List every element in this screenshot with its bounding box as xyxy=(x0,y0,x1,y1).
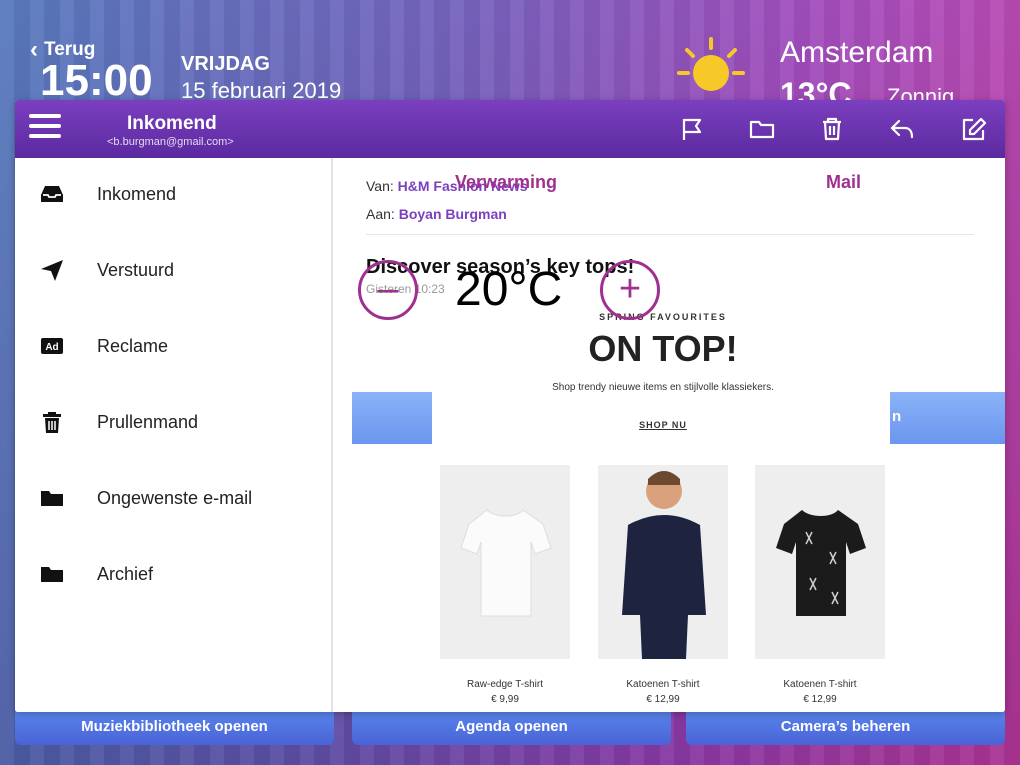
svg-text:Ad: Ad xyxy=(45,342,58,353)
sidebar-item-label: Reclame xyxy=(97,335,169,356)
divider xyxy=(366,234,974,235)
clock-time: 15:00 xyxy=(40,56,153,105)
product-card[interactable]: Katoenen T-shirt € 12,99 xyxy=(598,465,728,705)
mail-open-button[interactable]: n xyxy=(890,392,1005,444)
sidebar-item-prullenmand[interactable]: Prullenmand xyxy=(15,396,333,448)
product-price: € 12,99 xyxy=(803,694,837,705)
send-icon xyxy=(41,260,63,281)
inbox-icon xyxy=(41,186,63,202)
sidebar-item-ongewenste-email[interactable]: Ongewenste e-mail xyxy=(15,472,333,524)
tshirt-icon xyxy=(460,509,552,617)
ad-icon: Ad xyxy=(41,338,63,354)
sidebar-item-label: Verstuurd xyxy=(97,259,175,280)
trash-icon xyxy=(43,412,61,433)
promo-headline: ON TOP! xyxy=(588,328,738,369)
model-photo xyxy=(622,471,706,659)
product-image xyxy=(440,465,570,659)
mail-label: Mail xyxy=(826,172,862,192)
folder-icon[interactable] xyxy=(749,116,775,142)
sidebar-item-inkomend[interactable]: Inkomend xyxy=(15,168,333,220)
product-price: € 9,99 xyxy=(491,694,519,705)
product-card[interactable]: Katoenen T-shirt € 12,99 xyxy=(755,465,885,705)
heating-increase-button[interactable]: + xyxy=(600,260,660,320)
recipient-link[interactable]: Boyan Burgman xyxy=(399,206,507,222)
account-email: <b.burgman@gmail.com> xyxy=(107,136,234,148)
folder-icon xyxy=(41,567,63,582)
sidebar-item-label: Ongewenste e-mail xyxy=(97,487,253,508)
product-name: Raw-edge T-shirt xyxy=(467,679,543,690)
sun-icon xyxy=(677,37,745,91)
trash-icon[interactable] xyxy=(819,116,845,142)
folder-icon xyxy=(41,491,63,506)
product-image xyxy=(598,465,728,659)
compose-icon[interactable] xyxy=(961,116,987,142)
weather-city: Amsterdam xyxy=(780,36,934,69)
mail-topbar: Inkomend <b.burgman@gmail.com> xyxy=(15,100,1005,158)
reply-icon[interactable] xyxy=(889,116,915,142)
menu-icon[interactable] xyxy=(29,114,61,142)
folder-sidebar: Inkomend Verstuurd Ad Reclame Prullenman… xyxy=(15,158,333,712)
shop-now-link[interactable]: SHOP NU xyxy=(433,420,893,430)
product-card[interactable]: Raw-edge T-shirt € 9,99 xyxy=(440,465,570,705)
sidebar-item-verstuurd[interactable]: Verstuurd xyxy=(15,244,333,296)
product-name: Katoenen T-shirt xyxy=(783,679,857,690)
promo-tagline: Shop trendy nieuwe items en stijlvolle k… xyxy=(552,382,774,393)
chevron-left-icon: ‹ xyxy=(30,36,38,63)
message-to: Aan: Boyan Burgman xyxy=(366,206,507,222)
product-price: € 12,99 xyxy=(646,694,680,705)
sidebar-item-label: Inkomend xyxy=(97,183,177,204)
heating-temperature: 20°C xyxy=(455,263,563,316)
mailbox-title: Inkomend xyxy=(127,113,217,134)
sidebar-item-label: Archief xyxy=(97,563,154,584)
heating-decrease-button[interactable]: – xyxy=(358,260,418,320)
heating-label: Verwarming xyxy=(455,172,558,192)
sidebar-item-archief[interactable]: Archief xyxy=(15,548,333,600)
product-image xyxy=(755,465,885,659)
sidebar-item-label: Prullenmand xyxy=(97,411,199,432)
flag-icon[interactable] xyxy=(679,116,705,142)
product-name: Katoenen T-shirt xyxy=(626,679,700,690)
heating-bar xyxy=(352,392,432,444)
weekday: VRIJDAG xyxy=(181,53,270,75)
sidebar-item-reclame[interactable]: Ad Reclame xyxy=(15,320,333,372)
tshirt-icon xyxy=(776,510,866,616)
